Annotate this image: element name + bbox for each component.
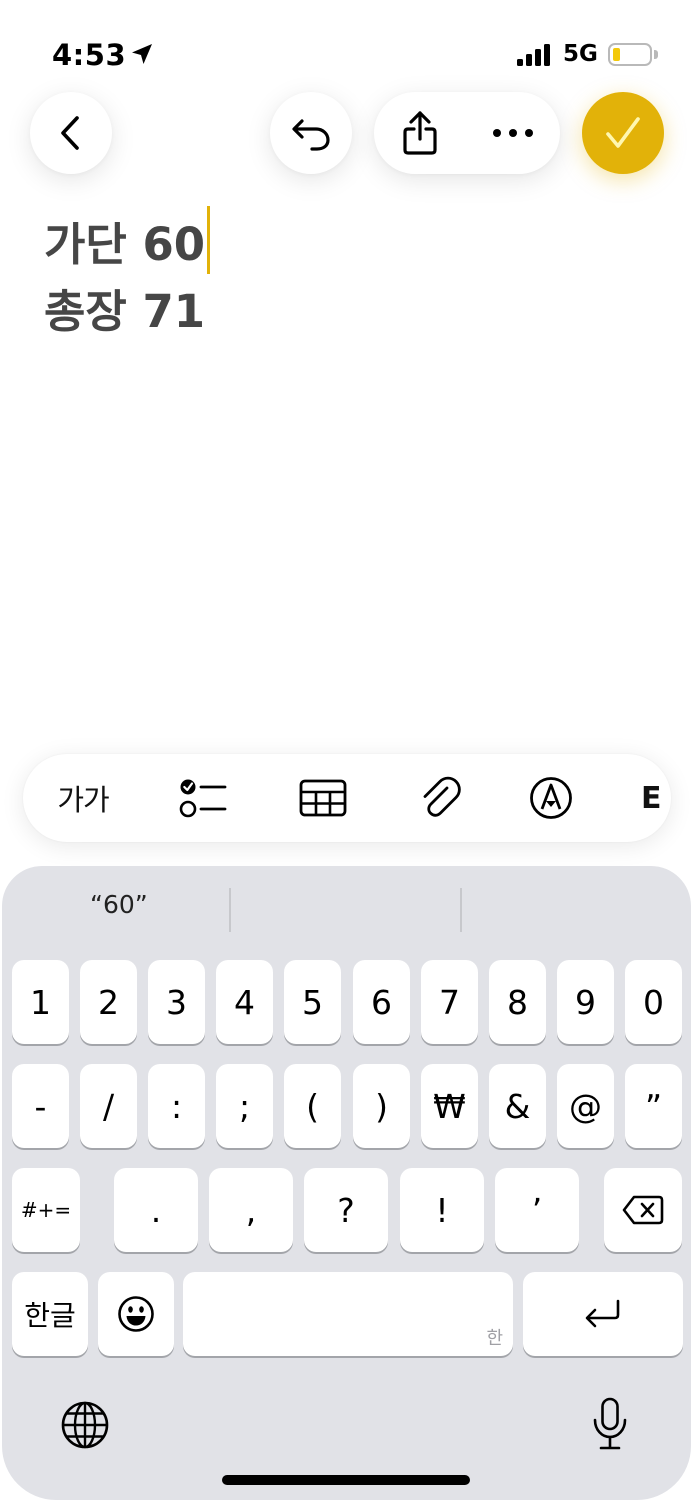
home-indicator[interactable] [222,1475,470,1485]
text-style-label: 가가 [57,783,109,817]
delete-key[interactable] [604,1168,682,1252]
keyboard-key[interactable]: & [489,1064,546,1148]
keyboard-key[interactable]: - [12,1064,69,1148]
keyboard-key[interactable]: ! [400,1168,484,1252]
share-icon [403,111,437,155]
done-button[interactable] [582,92,664,174]
markup-button[interactable] [511,754,591,842]
keyboard-key[interactable]: 3 [148,960,205,1044]
symbols-toggle-key[interactable]: #+= [12,1168,80,1252]
keyboard-key[interactable]: ? [304,1168,388,1252]
keyboard-key[interactable]: 0 [625,960,682,1044]
format-bar-overflow-item[interactable]: E [641,754,671,842]
formatting-toolbar: 가가 E [23,754,671,842]
cellular-signal-icon [517,44,553,66]
keyboard-key[interactable]: 8 [489,960,546,1044]
return-key[interactable] [523,1272,683,1356]
globe-button[interactable] [60,1400,110,1450]
checklist-icon [179,779,227,818]
network-type: 5G [563,41,598,67]
suggestion-divider [229,888,231,932]
keyboard-key[interactable]: . [114,1168,198,1252]
keyboard-key[interactable]: ’ [495,1168,579,1252]
note-line: 총장 71 [44,280,664,354]
note-actions-group [374,92,560,174]
note-line: 가단 60 [44,206,664,280]
table-icon [299,779,347,817]
emoji-key[interactable] [98,1272,174,1356]
battery-level [613,48,620,61]
status-time: 4:53 [52,38,127,72]
suggestion-divider [460,888,462,932]
keyboard-key[interactable]: ; [216,1064,273,1148]
language-key[interactable]: 한글 [12,1272,88,1356]
note-line-text: 가단 60 [44,218,206,271]
text-style-button[interactable]: 가가 [31,754,135,842]
keyboard-key[interactable]: 5 [284,960,341,1044]
chevron-left-icon [61,116,79,150]
undo-button[interactable] [270,92,352,174]
keyboard-key[interactable]: ₩ [421,1064,478,1148]
paperclip-icon [423,776,461,817]
location-arrow-icon [132,44,152,64]
keyboard-key[interactable]: ( [284,1064,341,1148]
share-button[interactable] [400,109,440,157]
note-editor[interactable]: 가단 60 총장 71 [44,206,664,354]
keyboard-key[interactable]: : [148,1064,205,1148]
back-button[interactable] [30,92,112,174]
space-key[interactable]: 한 [183,1272,513,1356]
undo-icon [292,119,330,151]
status-bar: 4:53 5G [0,0,693,90]
keyboard-key[interactable]: 2 [80,960,137,1044]
microphone-icon [593,1397,627,1450]
keyboard-key[interactable]: / [80,1064,137,1148]
battery-cap [654,50,658,59]
dictation-button[interactable] [590,1396,630,1452]
ellipsis-icon [493,129,533,137]
checkmark-icon [606,117,640,148]
keyboard-key[interactable]: 6 [353,960,410,1044]
delete-icon [622,1195,664,1225]
table-button[interactable] [283,754,363,842]
markup-pen-icon [530,777,572,819]
keyboard-key[interactable]: ) [353,1064,410,1148]
keyboard-key[interactable]: 9 [557,960,614,1044]
more-button[interactable] [492,128,534,138]
keyboard-key[interactable]: ” [625,1064,682,1148]
battery-icon [608,43,652,66]
return-icon [585,1299,620,1328]
keyboard-key[interactable]: 7 [421,960,478,1044]
keyboard: “60” #+= 한글 한 1 2 3 4 5 6 7 8 9 0 - /: … [2,866,691,1500]
note-line-text: 총장 71 [44,285,206,338]
suggestion-item[interactable]: “60” [90,890,148,919]
keyboard-key[interactable]: @ [557,1064,614,1148]
space-key-hint: 한 [486,1328,503,1349]
emoji-icon [118,1296,154,1332]
text-cursor [207,206,211,274]
attachment-button[interactable] [401,754,481,842]
suggestion-bar: “60” [2,866,691,956]
globe-icon [61,1401,109,1449]
checklist-button[interactable] [163,754,243,842]
keyboard-key[interactable]: 1 [12,960,69,1044]
keyboard-key[interactable]: 4 [216,960,273,1044]
partial-label: E [641,780,662,816]
keyboard-key[interactable]: , [209,1168,293,1252]
